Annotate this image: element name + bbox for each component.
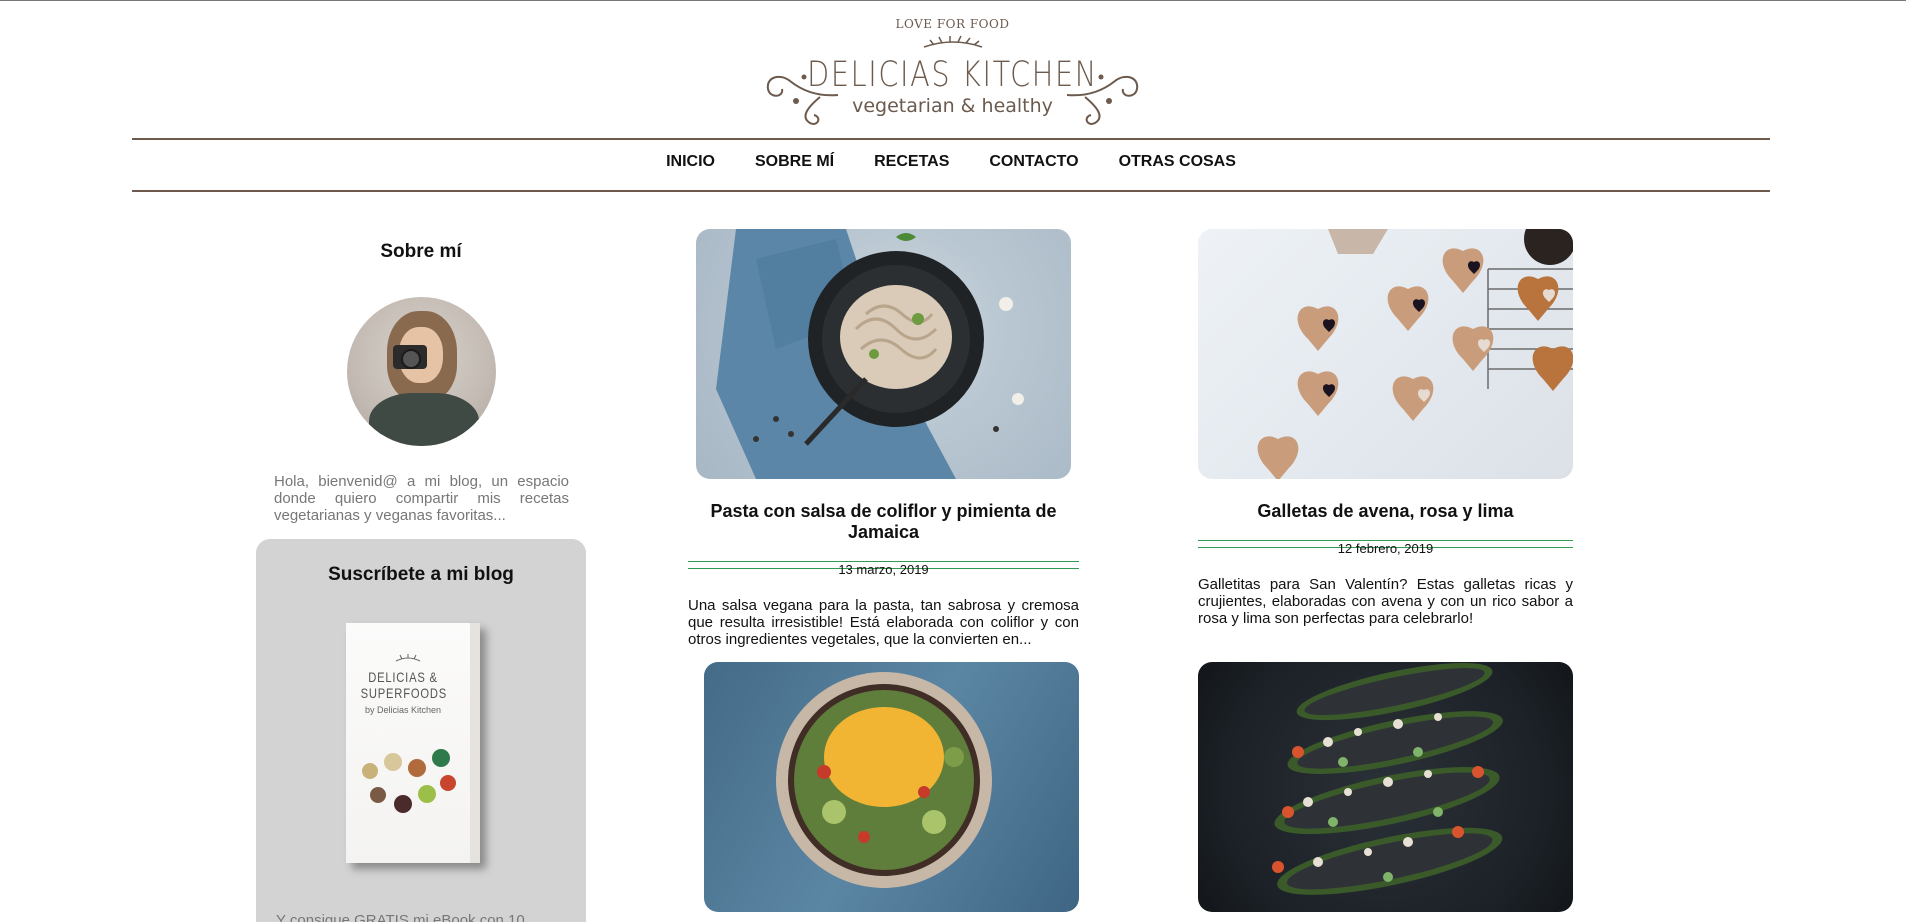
nav-item-sobre-mi[interactable]: SOBRE MÍ (755, 153, 834, 171)
site-logo[interactable]: LOVE FOR FOOD DELICIAS KITCHEN vegetaria… (760, 15, 1145, 131)
sprig-icon (395, 654, 421, 662)
page: LOVE FOR FOOD DELICIAS KITCHEN vegetaria… (0, 0, 1906, 922)
post-image[interactable] (1198, 662, 1573, 912)
post-date: 12 febrero, 2019 (1337, 541, 1434, 556)
post-image[interactable] (1198, 229, 1573, 479)
cookies-photo (1257, 229, 1573, 479)
soup-photo (776, 672, 992, 888)
about-bio: Hola, bienvenid@ a mi blog, un espacio d… (274, 473, 569, 524)
about-title: Sobre mí (380, 241, 462, 262)
nav-top-divider (132, 138, 1770, 140)
subscribe-box: Suscríbete a mi blog DELICIAS & SUPERFOO… (256, 539, 586, 922)
post-date: 13 marzo, 2019 (838, 562, 929, 577)
nav-item-otras-cosas[interactable]: OTRAS COSAS (1119, 153, 1236, 171)
ebook-author: by Delicias Kitchen (364, 705, 442, 715)
post-excerpt: Galletitas para San Valentín? Estas gall… (1198, 576, 1573, 627)
ebook-image[interactable]: DELICIAS & SUPERFOODS by Delicias Kitche… (346, 623, 482, 863)
ebook-title: DELICIAS & SUPERFOODS (360, 669, 448, 701)
sidebar: Sobre mí Hola, bienvenid@ a mi blog, un … (256, 241, 586, 922)
nav-item-contacto[interactable]: CONTACTO (989, 153, 1078, 171)
nav-item-inicio[interactable]: INICIO (666, 153, 715, 171)
main-nav: INICIO SOBRE MÍ RECETAS CONTACTO OTRAS C… (132, 153, 1770, 171)
post-title[interactable]: Galletas de avena, rosa y lima (1198, 501, 1573, 522)
logo-subtitle: vegetarian & healthy (852, 95, 1053, 117)
pasta-photo (716, 229, 1024, 479)
post-image[interactable] (704, 662, 1079, 912)
logo-brand: DELICIAS KITCHEN (807, 55, 1098, 95)
zucchini-photo (1272, 663, 1503, 895)
nav-item-recetas[interactable]: RECETAS (874, 153, 949, 171)
avatar (347, 297, 496, 446)
post-image[interactable] (696, 229, 1071, 479)
nav-bottom-divider (132, 190, 1770, 192)
post-excerpt: Una salsa vegana para la pasta, tan sabr… (688, 597, 1079, 648)
logo-tagline: LOVE FOR FOOD (895, 17, 1010, 31)
subscribe-title: Suscríbete a mi blog (328, 564, 514, 585)
sprig-icon (923, 35, 983, 48)
post-title[interactable]: Pasta con salsa de coliflor y pimienta d… (706, 501, 1061, 543)
subscribe-text: Y consigue GRATIS mi eBook con 10 (276, 912, 525, 922)
